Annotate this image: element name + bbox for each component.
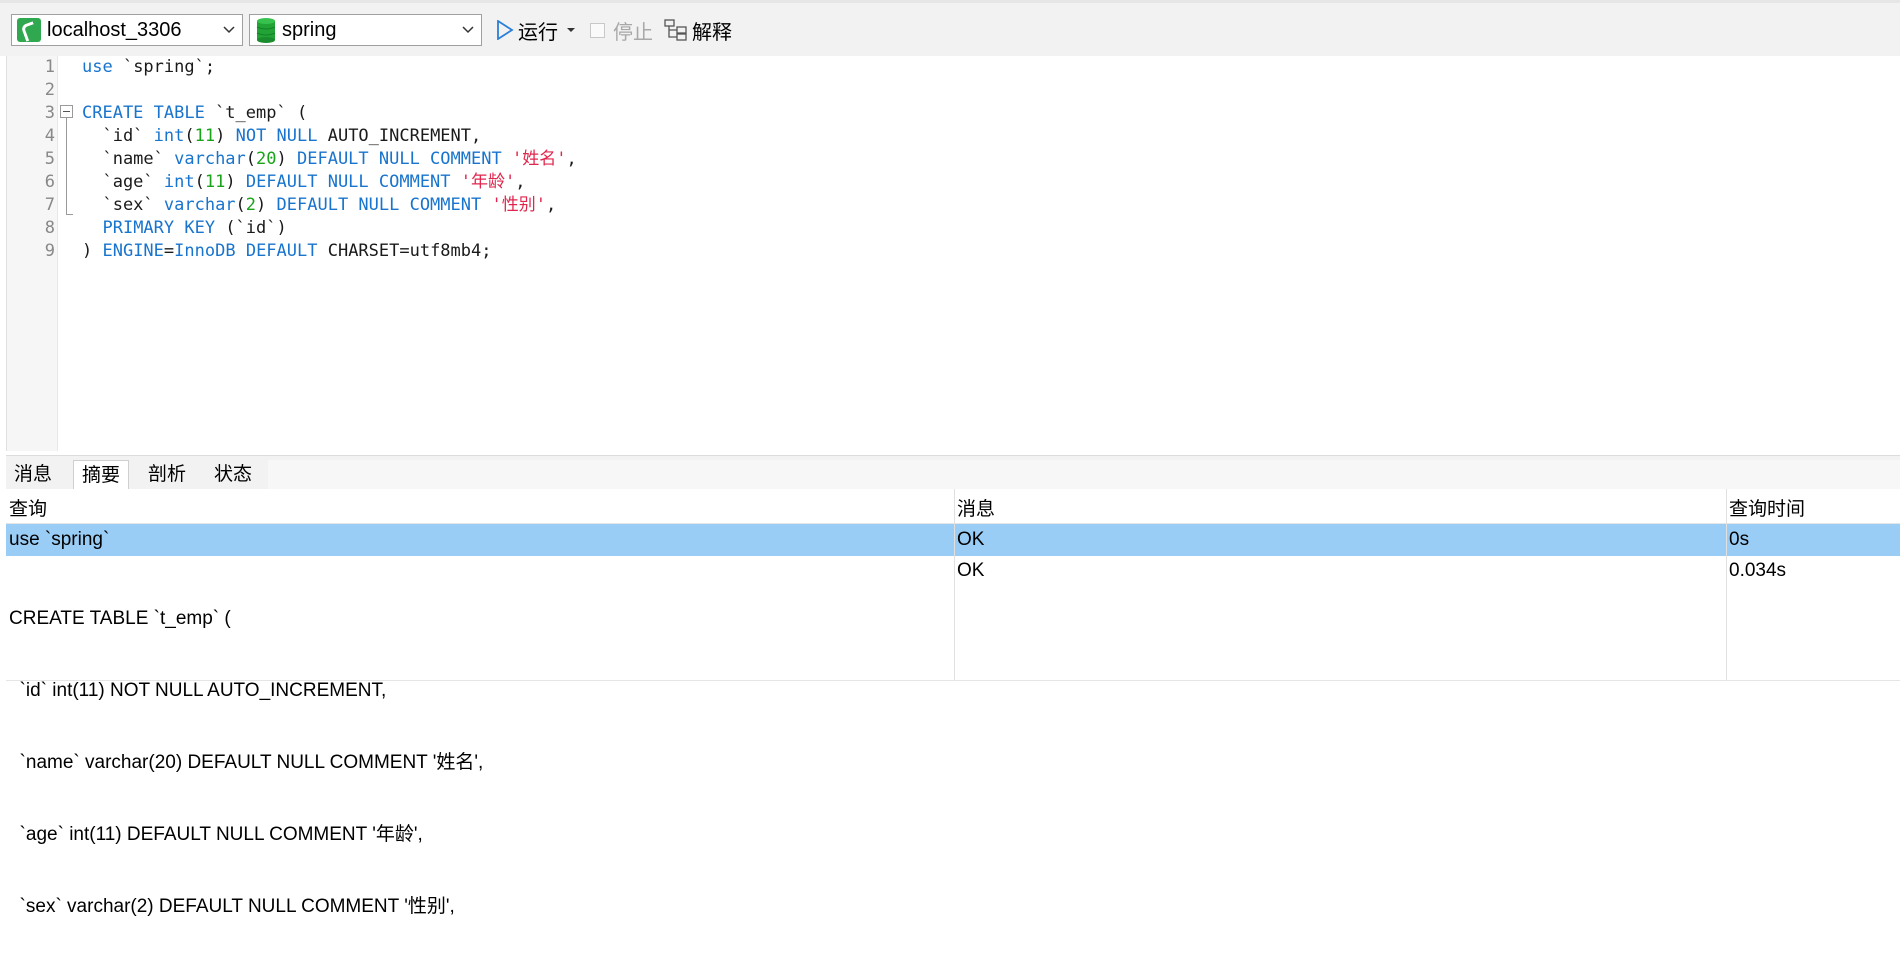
- line-number: 2: [44, 80, 55, 100]
- line-number: 1: [44, 57, 55, 77]
- line-number: 3: [44, 103, 55, 123]
- query-line: CREATE TABLE `t_emp` (: [9, 608, 231, 629]
- cell-message[interactable]: OK: [954, 559, 984, 583]
- column-header-message[interactable]: 消息: [954, 489, 1726, 524]
- cell-time[interactable]: 0s: [1726, 528, 1749, 552]
- line-number: 6: [44, 172, 55, 192]
- tab-profile[interactable]: 剖析: [140, 460, 194, 490]
- mysql-connection-icon: [17, 18, 41, 42]
- line-number: 8: [44, 218, 55, 238]
- query-line: `age` int(11) DEFAULT NULL COMMENT '年龄',: [9, 824, 423, 845]
- tab-bar-filler: [268, 460, 1900, 490]
- column-divider: [954, 489, 955, 680]
- database-select[interactable]: spring: [249, 14, 482, 46]
- tab-summary[interactable]: 摘要: [73, 460, 130, 490]
- connection-label: localhost_3306: [47, 18, 182, 41]
- column-header-time[interactable]: 查询时间: [1726, 489, 1900, 524]
- row-divider: [6, 680, 1900, 681]
- cell-query[interactable]: use `spring`: [6, 528, 109, 552]
- code-line-4: `id` int(11) NOT NULL AUTO_INCREMENT,: [82, 126, 482, 146]
- code-line-7: `sex` varchar(2) DEFAULT NULL COMMENT '性…: [82, 195, 557, 215]
- connection-select[interactable]: localhost_3306: [11, 14, 243, 46]
- play-icon: [497, 20, 514, 40]
- stop-icon: [590, 22, 605, 38]
- chevron-down-icon: [216, 15, 242, 45]
- cell-time[interactable]: 0.034s: [1726, 559, 1786, 583]
- fold-guide-end: [66, 214, 73, 215]
- code-line-1: use `spring`;: [82, 57, 216, 77]
- fold-guide: [66, 118, 67, 215]
- query-line: `sex` varchar(2) DEFAULT NULL COMMENT '性…: [9, 896, 455, 917]
- code-line-6: `age` int(11) DEFAULT NULL COMMENT '年龄',: [82, 172, 526, 192]
- stop-button[interactable]: 停止: [590, 16, 653, 44]
- query-line: `id` int(11) NOT NULL AUTO_INCREMENT,: [9, 680, 387, 701]
- line-number-gutter: 1 2 3 4 5 6 7 8 9: [7, 56, 58, 451]
- result-tab-bar: 消息 摘要 剖析 状态: [6, 455, 1900, 490]
- code-line-8: PRIMARY KEY (`id`): [102, 218, 287, 238]
- run-button[interactable]: 运行: [496, 16, 576, 44]
- query-line: `name` varchar(20) DEFAULT NULL COMMENT …: [9, 752, 484, 773]
- results-grid: 查询 消息 查询时间 use `spring` OK 0s CREATE TAB…: [6, 489, 1900, 917]
- explain-button[interactable]: 解释: [664, 16, 732, 44]
- tab-messages[interactable]: 消息: [6, 460, 60, 490]
- column-header-query[interactable]: 查询: [6, 489, 954, 524]
- tab-status[interactable]: 状态: [206, 460, 260, 490]
- run-label: 运行: [518, 21, 558, 44]
- explain-label: 解释: [692, 21, 732, 44]
- code-line-3: CREATE TABLE `t_emp` (: [82, 103, 308, 123]
- code-line-5: `name` varchar(20) DEFAULT NULL COMMENT …: [82, 149, 577, 169]
- cell-message[interactable]: OK: [954, 528, 984, 552]
- fold-toggle-icon[interactable]: [60, 105, 73, 118]
- caret-down-icon[interactable]: [566, 27, 576, 33]
- toolbar: localhost_3306 spring 运行 停止 解释: [0, 0, 1900, 56]
- database-icon: [256, 18, 276, 43]
- line-number: 4: [44, 126, 55, 146]
- code-line-9: ) ENGINE=InnoDB DEFAULT CHARSET=utf8mb4;: [82, 241, 492, 261]
- table-row-selected[interactable]: [6, 524, 1900, 556]
- line-number: 9: [44, 241, 55, 261]
- toolbar-top-strip: [0, 0, 1900, 3]
- explain-icon: [664, 19, 687, 41]
- stop-label: 停止: [613, 21, 653, 44]
- line-number: 7: [44, 195, 55, 215]
- sql-editor[interactable]: 1 2 3 4 5 6 7 8 9 use `spring`; CREATE T…: [6, 56, 1900, 451]
- line-number: 5: [44, 149, 55, 169]
- database-label: spring: [282, 18, 337, 41]
- column-divider: [1726, 489, 1727, 680]
- cell-query-multiline[interactable]: CREATE TABLE `t_emp` ( `id` int(11) NOT …: [6, 559, 483, 967]
- chevron-down-icon: [455, 15, 481, 45]
